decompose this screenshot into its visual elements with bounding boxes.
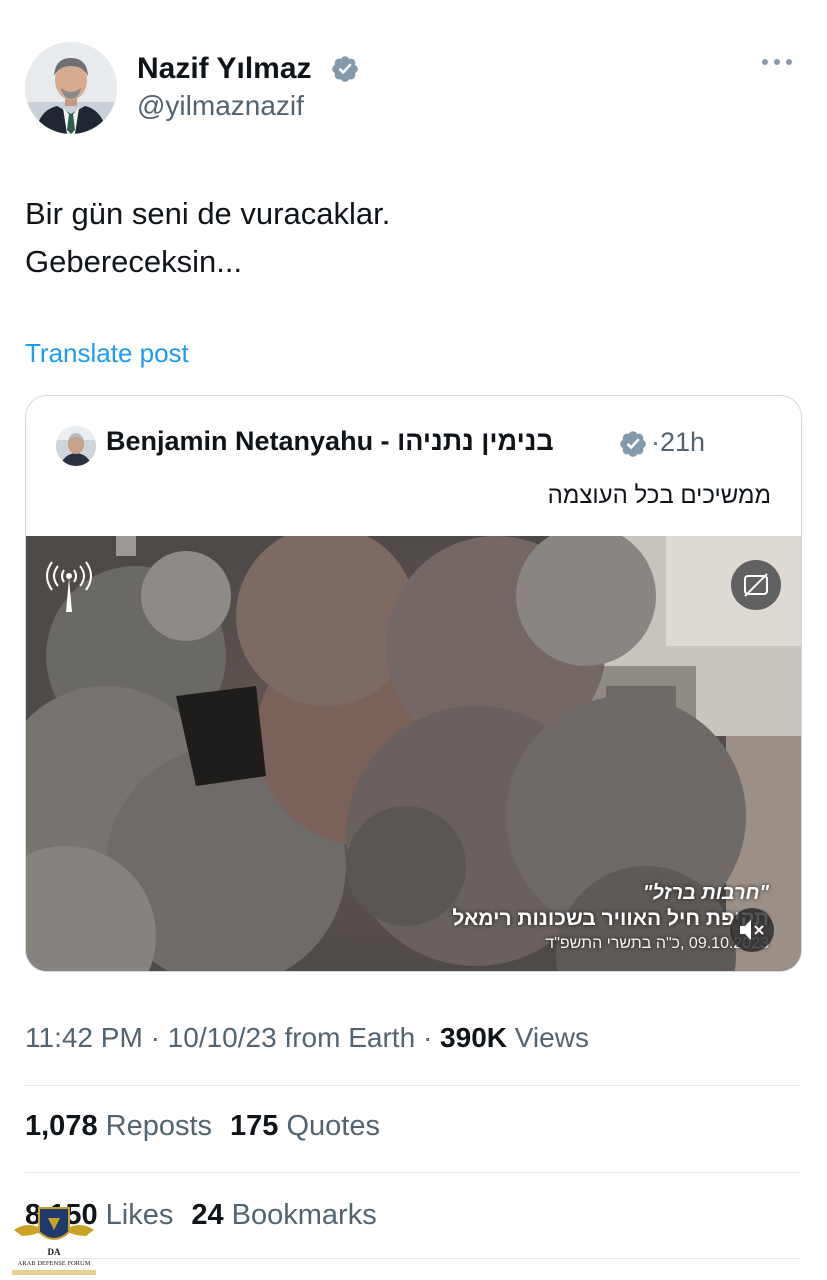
tweet-author-header: Nazif Yılmaz @yilmaznazif [25,42,805,134]
reposts-label: Reposts [105,1110,213,1142]
reposts-stat[interactable]: 1,078 Reposts [25,1110,212,1142]
quoted-author-name[interactable]: Benjamin Netanyahu - בנימין נתניהו [106,426,554,457]
captions-icon[interactable] [731,560,781,610]
author-avatar[interactable] [25,42,117,134]
likes-label: Likes [105,1199,174,1231]
quoted-separator: · [651,427,660,457]
quoted-tweet-text: ממשיכים בכל העוצמה [547,482,771,509]
mute-icon[interactable] [730,908,774,952]
bookmarks-count: 24 [191,1199,224,1231]
quotes-count: 175 [230,1110,279,1142]
quoted-time: 21h [660,427,706,457]
forum-watermark-logo: DA ARAB DEFENSE FORUM [12,1207,96,1275]
quoted-tweet-card[interactable]: Benjamin Netanyahu - בנימין נתניהו ·21h … [25,395,802,972]
quoted-verified-badge-icon [620,431,646,457]
video-caption-line-1: "חרבות ברזל" [642,882,769,904]
watermark-initials: DA [48,1247,61,1257]
quoted-video[interactable]: "חרבות ברזל" תקיפת חיל האוויר בשכונות רי… [26,536,801,971]
quoted-author-avatar[interactable] [56,426,96,466]
watermark-name: ARAB DEFENSE FORUM [18,1260,91,1267]
video-caption-line-2: תקיפת חיל האוויר בשכונות רימאל [452,907,769,930]
divider [25,1085,800,1086]
reposts-count: 1,078 [25,1110,98,1142]
views-count[interactable]: 390K [440,1022,507,1053]
meta-separator-1: · [150,1022,160,1053]
tweet-text-line-2: Gebereceksin... [25,244,243,279]
broadcast-antenna-icon [46,561,92,612]
repost-quote-stats: 1,078 Reposts 175 Quotes [25,1110,380,1143]
verified-badge-icon [332,56,358,82]
meta-separator-2: · [422,1022,433,1053]
tweet-source: from Earth [284,1022,416,1053]
quotes-label: Quotes [286,1110,380,1142]
tweet-meta: 11:42 PM · 10/10/23 from Earth · 390K Vi… [25,1022,589,1054]
divider [25,1258,800,1259]
quoted-timestamp[interactable]: ·21h [651,427,705,458]
author-display-name[interactable]: Nazif Yılmaz [137,52,312,86]
views-label[interactable]: Views [515,1022,589,1053]
bookmarks-stat[interactable]: 24 Bookmarks [191,1199,376,1231]
quotes-stat[interactable]: 175 Quotes [230,1110,380,1142]
video-caption-line-3: 09.10.2023 ,כ"ה בתשרי התשפ"ד [545,935,769,952]
tweet-time[interactable]: 11:42 PM [25,1022,143,1053]
tweet-text: Bir gün seni de vuracaklar. Gebereceksin… [25,190,785,286]
divider [25,1172,800,1173]
more-options-icon[interactable] [759,48,795,76]
translate-post-link[interactable]: Translate post [25,338,189,369]
video-caption: "חרבות ברזל" תקיפת חיל האוויר בשכונות רי… [452,881,769,955]
tweet-date[interactable]: 10/10/23 [168,1022,277,1053]
bookmarks-label: Bookmarks [231,1199,377,1231]
tweet-text-line-1: Bir gün seni de vuracaklar. [25,196,391,231]
author-handle[interactable]: @yilmaznazif [137,90,304,122]
